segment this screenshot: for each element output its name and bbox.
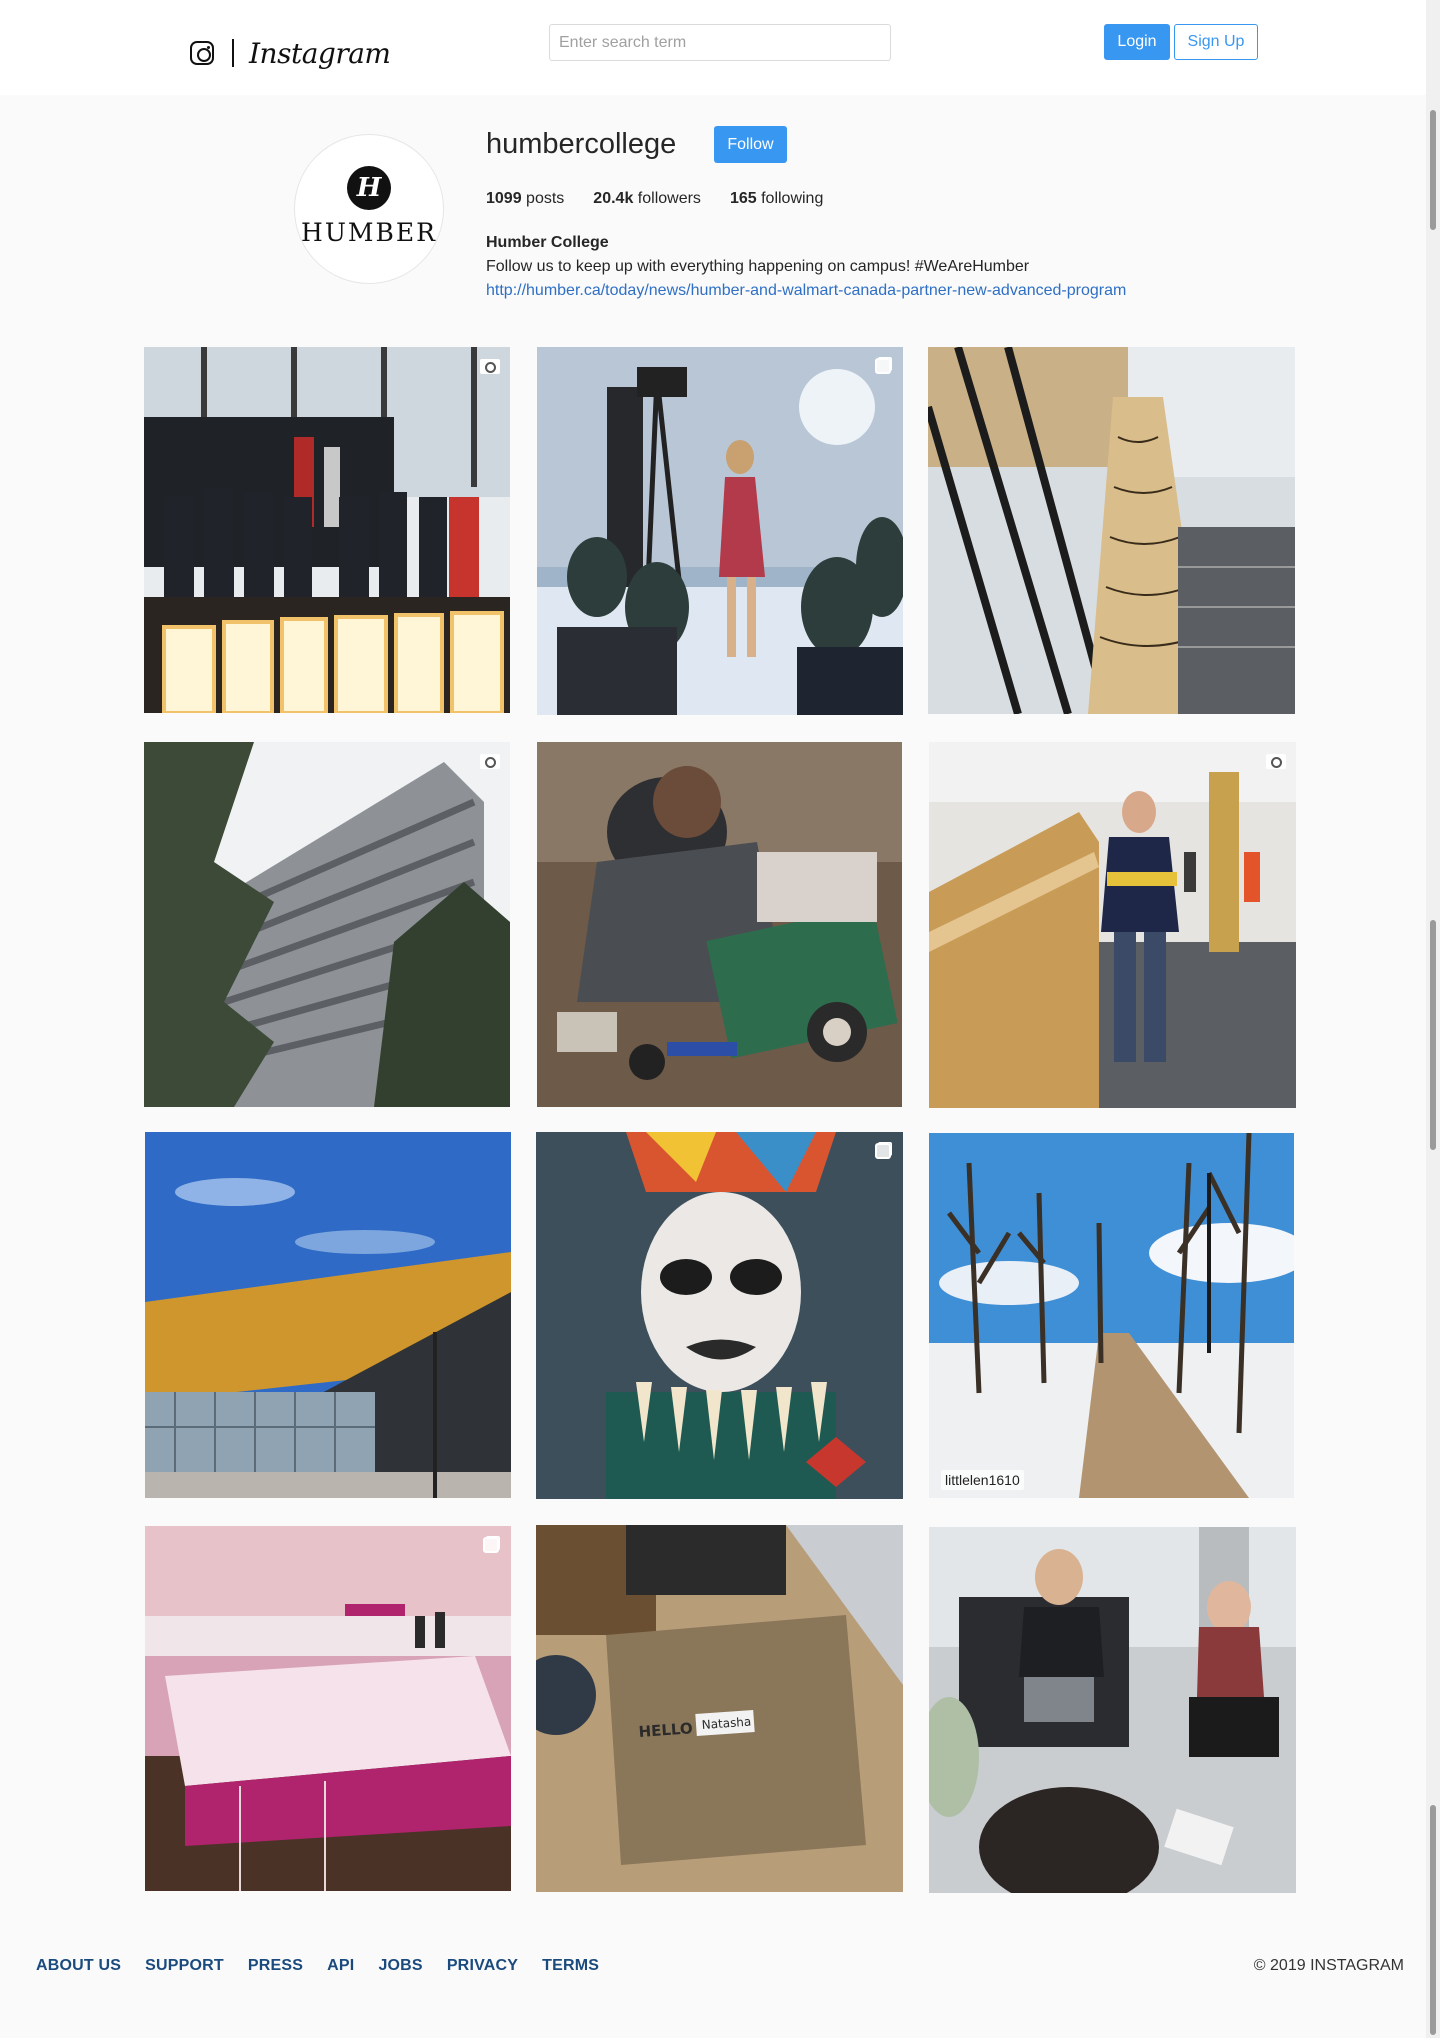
post-image-pink-installation (145, 1526, 511, 1891)
profile-bio: Follow us to keep up with everything hap… (486, 258, 1030, 275)
posts-count: 1099 (486, 190, 522, 207)
following-stat[interactable]: 165 following (730, 190, 823, 208)
footer-link-press[interactable]: PRESS (248, 1957, 303, 1975)
post-tile[interactable] (537, 347, 903, 715)
posts-stat: 1099 posts (486, 190, 564, 208)
following-label: following (761, 190, 824, 207)
video-badge (1266, 752, 1286, 770)
page-scrollbar[interactable] (1426, 0, 1440, 2038)
post-tile[interactable] (537, 742, 902, 1107)
footer-link-jobs[interactable]: JOBS (378, 1957, 422, 1975)
video-icon (480, 358, 500, 374)
instagram-logo[interactable]: Instagram (190, 36, 391, 70)
login-button[interactable]: Login (1104, 24, 1170, 60)
profile-website-link[interactable]: http://humber.ca/today/news/humber-and-w… (486, 282, 1126, 300)
post-tile[interactable] (928, 347, 1295, 714)
post-image-ceremony-stage (144, 347, 510, 713)
post-tile[interactable] (144, 347, 510, 713)
post-image-wooden-sculpture (928, 347, 1295, 714)
post-image-indigenous-portrait (536, 1132, 903, 1499)
logo-divider (232, 39, 234, 67)
photo-credit-watermark: littlelen1610 (941, 1470, 1024, 1490)
post-tile[interactable] (144, 742, 510, 1107)
humber-monogram-icon: H (347, 165, 391, 210)
footer-link-privacy[interactable]: PRIVACY (447, 1957, 518, 1975)
post-image-student-hallway (929, 742, 1296, 1108)
post-tile[interactable] (145, 1132, 511, 1498)
scrollbar-thumb[interactable] (1430, 920, 1436, 1150)
post-tile[interactable] (929, 1527, 1296, 1893)
post-tile[interactable] (929, 742, 1296, 1108)
profile-username: humbercollege (486, 128, 677, 160)
footer-nav: ABOUT US SUPPORT PRESS API JOBS PRIVACY … (36, 1957, 623, 1975)
multi-photo-icon (875, 358, 891, 374)
follow-button[interactable]: Follow (714, 126, 787, 163)
post-image-students-seating (929, 1527, 1296, 1893)
post-tile[interactable]: HELLO Natasha (536, 1525, 903, 1892)
envelope-hello-text: HELLO (638, 1719, 693, 1741)
post-image-hello-envelope: HELLO Natasha (536, 1525, 903, 1892)
video-badge (480, 357, 500, 375)
following-count: 165 (729, 190, 757, 207)
post-image-arena-blue-sky (145, 1132, 511, 1498)
profile-avatar: H HUMBER (294, 134, 444, 284)
post-image-building-exterior-trees (144, 742, 510, 1107)
multi-photo-badge (481, 1536, 501, 1554)
multi-photo-badge (873, 357, 893, 375)
instagram-camera-icon (190, 41, 214, 65)
multi-photo-badge (873, 1142, 893, 1160)
profile-full-name: Humber College (486, 234, 609, 251)
top-navigation-bar: Instagram Login Sign Up (0, 0, 1440, 95)
video-icon (1266, 753, 1286, 769)
followers-label: followers (637, 190, 701, 207)
followers-count: 20.4k (593, 190, 634, 207)
post-image-workbench-maker (537, 742, 902, 1107)
posts-label: posts (526, 190, 565, 207)
post-tile[interactable] (536, 1132, 903, 1499)
footer-link-about-us[interactable]: ABOUT US (36, 1957, 121, 1975)
logo-wordmark: Instagram (249, 36, 391, 70)
footer-link-support[interactable]: SUPPORT (145, 1957, 224, 1975)
post-tile[interactable] (145, 1526, 511, 1891)
post-image-snowy-path (929, 1133, 1294, 1498)
footer-link-terms[interactable]: TERMS (542, 1957, 599, 1975)
signup-button[interactable]: Sign Up (1174, 24, 1258, 60)
profile-stats: 1099 posts 20.4k followers 165 following (486, 190, 852, 208)
video-badge (480, 752, 500, 770)
search-input[interactable] (549, 24, 891, 61)
followers-stat[interactable]: 20.4k followers (593, 190, 701, 208)
copyright-text: © 2019 INSTAGRAM (1253, 1957, 1404, 1974)
scrollbar-thumb[interactable] (1430, 110, 1436, 230)
avatar-wordmark: HUMBER (301, 217, 437, 247)
footer-link-api[interactable]: API (327, 1957, 354, 1975)
post-image-fashion-runway (537, 347, 903, 715)
multi-photo-icon (875, 1143, 891, 1159)
scrollbar-thumb[interactable] (1430, 1805, 1436, 2035)
multi-photo-icon (483, 1537, 499, 1553)
video-icon (480, 753, 500, 769)
post-tile[interactable]: littlelen1610 (929, 1133, 1294, 1498)
